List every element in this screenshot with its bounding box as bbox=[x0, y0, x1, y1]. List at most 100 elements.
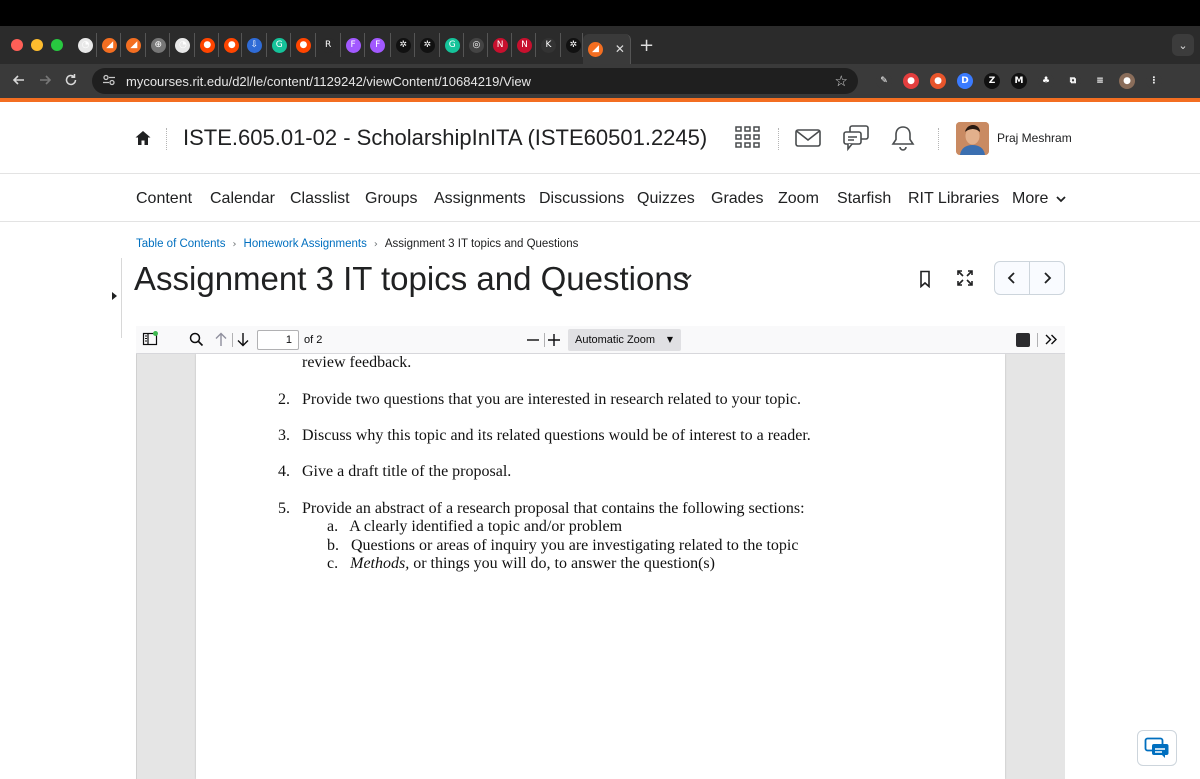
breadcrumb-link-toc[interactable]: Table of Contents bbox=[136, 238, 226, 250]
browser-tab[interactable]: FPe bbox=[341, 33, 366, 57]
browser-tab[interactable]: ◢Lo bbox=[97, 33, 122, 57]
page-number-input[interactable]: 1 bbox=[257, 330, 299, 350]
browser-tab[interactable]: ✲Ch bbox=[415, 33, 440, 57]
browser-tab[interactable]: ◔As bbox=[170, 33, 195, 57]
browser-tab[interactable]: NTe bbox=[512, 33, 536, 57]
breadcrumb-link-homework[interactable]: Homework Assignments bbox=[244, 238, 367, 250]
pen-icon[interactable]: ✎ bbox=[876, 73, 892, 89]
browser-tab[interactable]: NTh bbox=[488, 33, 512, 57]
title-menu-chevron-icon[interactable] bbox=[680, 270, 694, 284]
browser-tab[interactable]: ●Wi bbox=[195, 33, 220, 57]
browser-tab[interactable]: ⊕En bbox=[146, 33, 171, 57]
z-icon[interactable]: Z bbox=[984, 73, 1000, 89]
bookmark-star-icon[interactable]: ☆ bbox=[835, 72, 848, 90]
tab-search-button[interactable]: ⌄ bbox=[1172, 34, 1194, 56]
m-icon[interactable]: M bbox=[1011, 73, 1027, 89]
close-tab-icon[interactable]: ✕ bbox=[615, 42, 625, 56]
browser-tab[interactable]: ✲All bbox=[391, 33, 415, 57]
avatar[interactable] bbox=[956, 122, 989, 155]
previous-page-icon[interactable] bbox=[214, 332, 228, 347]
breadcrumb-current: Assignment 3 IT topics and Questions bbox=[384, 238, 579, 250]
pdf-text-line: 5. Provide an abstract of a research pro… bbox=[278, 500, 805, 517]
tab-strip: ◔Lo◢Lo◢As⊕En◔As●Wi●Is⇩DaGan●AnRReFPeFFig… bbox=[73, 26, 583, 64]
site-settings-icon[interactable] bbox=[102, 74, 116, 89]
pdf-text-line: 4. Give a draft title of the proposal. bbox=[278, 463, 512, 480]
figma-icon: F bbox=[370, 37, 386, 53]
menu-dots-icon[interactable]: ⋮ bbox=[1146, 73, 1162, 89]
tree-icon[interactable]: ♣ bbox=[1038, 73, 1054, 89]
browser-tab[interactable]: ✲A bbox=[561, 33, 583, 57]
nav-item-assignments[interactable]: Assignments bbox=[434, 190, 526, 208]
nav-more-label: More bbox=[1012, 190, 1049, 207]
editor-stamp-icon[interactable] bbox=[1016, 333, 1030, 347]
message-alerts-icon[interactable] bbox=[794, 124, 822, 152]
zoom-window-button[interactable] bbox=[51, 39, 63, 51]
browser-tab[interactable]: Gdh bbox=[440, 33, 464, 57]
nav-item-starfish[interactable]: Starfish bbox=[837, 190, 891, 208]
nav-item-groups[interactable]: Groups bbox=[365, 190, 417, 208]
zoom-select[interactable]: Automatic Zoom ▼ bbox=[568, 329, 681, 351]
new-tab-button[interactable]: + bbox=[639, 35, 654, 56]
nav-item-grades[interactable]: Grades bbox=[711, 190, 763, 208]
playlist-icon[interactable]: ≡ bbox=[1092, 73, 1108, 89]
back-button[interactable] bbox=[6, 72, 32, 91]
browser-tab[interactable]: RRe bbox=[316, 33, 341, 57]
forward-button[interactable] bbox=[32, 72, 58, 91]
fullscreen-icon[interactable] bbox=[956, 269, 974, 287]
puzzle-icon[interactable]: ⧉ bbox=[1065, 73, 1081, 89]
profile-icon[interactable]: ● bbox=[1119, 73, 1135, 89]
d-icon[interactable]: D bbox=[957, 73, 973, 89]
active-tab[interactable]: ◢ ✕ bbox=[582, 34, 631, 64]
browser-tab[interactable]: ●Is bbox=[219, 33, 242, 57]
browser-tab[interactable]: ◢As bbox=[121, 33, 146, 57]
browser-tab[interactable]: FFig bbox=[365, 33, 391, 57]
nav-item-classlist[interactable]: Classlist bbox=[290, 190, 350, 208]
zoom-out-icon[interactable] bbox=[526, 332, 540, 347]
globe-icon: ⊕ bbox=[150, 37, 166, 53]
minimize-window-button[interactable] bbox=[31, 39, 43, 51]
chevron-right-icon: › bbox=[232, 238, 237, 250]
user-name[interactable]: Praj Meshram bbox=[997, 131, 1072, 145]
chat-support-button[interactable] bbox=[1137, 730, 1177, 766]
address-bar[interactable]: mycourses.rit.edu/d2l/le/content/1129242… bbox=[92, 68, 858, 94]
record-icon[interactable]: ● bbox=[903, 73, 919, 89]
browser-tab[interactable]: ◔Lo bbox=[73, 33, 98, 57]
nav-item-rit-libraries[interactable]: RIT Libraries bbox=[908, 190, 999, 208]
subscription-alerts-icon[interactable] bbox=[842, 124, 870, 152]
nav-item-content[interactable]: Content bbox=[136, 190, 192, 208]
tools-menu-icon[interactable] bbox=[1044, 332, 1058, 347]
chevron-right-icon bbox=[1044, 272, 1052, 284]
header-divider bbox=[778, 128, 779, 150]
nav-item-quizzes[interactable]: Quizzes bbox=[637, 190, 695, 208]
download-icon: ⇩ bbox=[246, 37, 262, 53]
next-topic-button[interactable] bbox=[1030, 262, 1064, 294]
topic-pager bbox=[994, 261, 1065, 295]
browser-tab[interactable]: ⇩Da bbox=[242, 33, 267, 57]
toolbar: mycourses.rit.edu/d2l/le/content/1129242… bbox=[0, 64, 1200, 98]
bookmark-icon[interactable] bbox=[918, 270, 932, 288]
nav-item-discussions[interactable]: Discussions bbox=[539, 190, 624, 208]
browser-tab[interactable]: Gan bbox=[267, 33, 291, 57]
previous-topic-button[interactable] bbox=[995, 262, 1030, 294]
window-controls bbox=[11, 39, 63, 51]
zoom-in-icon[interactable] bbox=[547, 332, 561, 347]
browser-tab[interactable]: KHu bbox=[536, 33, 561, 57]
nav-item-calendar[interactable]: Calendar bbox=[210, 190, 275, 208]
chevron-down-icon bbox=[1056, 196, 1066, 203]
nav-item-more[interactable]: More bbox=[1012, 190, 1066, 208]
browser-tab[interactable]: ●An bbox=[291, 33, 316, 57]
sidebar-toggle-icon[interactable] bbox=[142, 331, 158, 347]
course-selector-grid-icon[interactable] bbox=[734, 124, 762, 152]
news-icon: N bbox=[492, 37, 508, 53]
loading-icon: ◔ bbox=[175, 37, 191, 53]
reload-button[interactable] bbox=[58, 72, 84, 91]
close-window-button[interactable] bbox=[11, 39, 23, 51]
home-icon[interactable] bbox=[134, 129, 152, 147]
browser-tab[interactable]: ◎(P bbox=[464, 33, 488, 57]
course-title[interactable]: ISTE.605.01-02 - ScholarshipInITA (ISTE6… bbox=[183, 125, 707, 151]
bell-icon[interactable] bbox=[889, 124, 917, 152]
next-page-icon[interactable] bbox=[236, 332, 250, 347]
shield-icon[interactable]: ● bbox=[930, 73, 946, 89]
find-search-icon[interactable] bbox=[189, 332, 204, 347]
nav-item-zoom[interactable]: Zoom bbox=[778, 190, 819, 208]
